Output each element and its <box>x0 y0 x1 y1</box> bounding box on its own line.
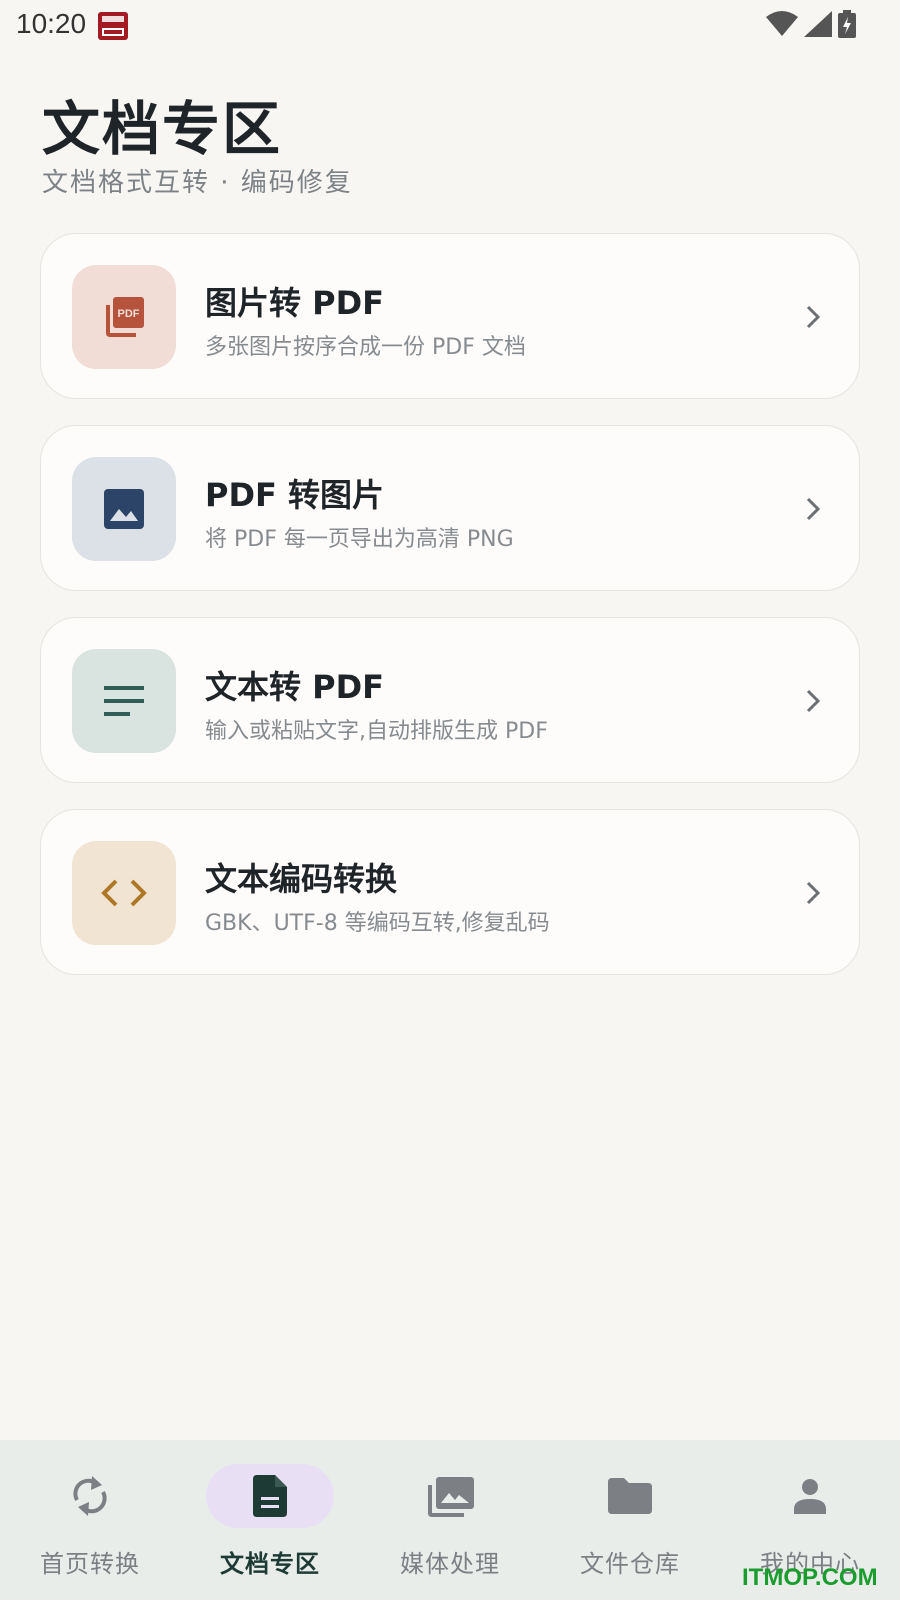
image-icon <box>104 489 144 529</box>
signal-icon <box>804 11 832 37</box>
card-text-encoding[interactable]: 文本编码转换 GBK、UTF-8 等编码互转,修复乱码 <box>40 809 860 975</box>
chevron-right-icon <box>806 689 821 713</box>
card-image-to-pdf[interactable]: PDF 图片转 PDF 多张图片按序合成一份 PDF 文档 <box>40 233 860 399</box>
document-icon <box>253 1475 287 1517</box>
app-notification-icon <box>98 12 128 40</box>
nav-icon-container <box>206 1464 334 1528</box>
card-description: 将 PDF 每一页导出为高清 PNG <box>205 527 514 552</box>
person-icon <box>794 1479 826 1514</box>
nav-label: 媒体处理 <box>400 1550 500 1578</box>
battery-icon <box>838 10 856 38</box>
nav-icon-container <box>26 1464 154 1528</box>
card-pdf-to-image[interactable]: PDF 转图片 将 PDF 每一页导出为高清 PNG <box>40 425 860 591</box>
nav-label: 首页转换 <box>40 1550 140 1578</box>
nav-item-home-convert[interactable]: 首页转换 <box>0 1440 180 1600</box>
card-title: PDF 转图片 <box>205 476 385 514</box>
card-description: 多张图片按序合成一份 PDF 文档 <box>205 335 526 360</box>
status-time: 10:20 <box>16 8 87 39</box>
card-title: 文本编码转换 <box>205 860 398 898</box>
card-title: 图片转 PDF <box>205 284 385 322</box>
nav-item-file-storage[interactable]: 文件仓库 <box>540 1440 720 1600</box>
chevron-right-icon <box>806 305 821 329</box>
code-icon <box>101 879 147 907</box>
card-icon-bg <box>72 841 176 945</box>
wifi-icon <box>766 11 798 36</box>
card-text-to-pdf[interactable]: 文本转 PDF 输入或粘贴文字,自动排版生成 PDF <box>40 617 860 783</box>
chevron-right-icon <box>806 497 821 521</box>
nav-label: 文件仓库 <box>580 1550 680 1578</box>
chevron-right-icon <box>806 881 821 905</box>
status-bar: 10:20 <box>0 0 900 50</box>
nav-icon-container <box>566 1464 694 1528</box>
media-icon <box>428 1477 474 1517</box>
card-title: 文本转 PDF <box>205 668 385 706</box>
sync-icon <box>73 1476 107 1516</box>
card-icon-bg <box>72 457 176 561</box>
nav-label: 文档专区 <box>220 1550 320 1578</box>
watermark: ITMOP.COM <box>742 1564 878 1591</box>
page-subtitle: 文档格式互转 · 编码修复 <box>42 168 353 198</box>
status-indicators <box>766 10 856 38</box>
folder-icon <box>608 1478 652 1514</box>
card-description: GBK、UTF-8 等编码互转,修复乱码 <box>205 911 550 936</box>
text-lines-icon <box>104 686 144 716</box>
nav-icon-container <box>746 1464 874 1528</box>
nav-item-media[interactable]: 媒体处理 <box>360 1440 540 1600</box>
nav-icon-container <box>386 1464 514 1528</box>
pdf-icon: PDF <box>106 297 144 337</box>
card-icon-bg <box>72 649 176 753</box>
nav-item-documents[interactable]: 文档专区 <box>180 1440 360 1600</box>
card-description: 输入或粘贴文字,自动排版生成 PDF <box>205 719 548 744</box>
feature-card-list: PDF 图片转 PDF 多张图片按序合成一份 PDF 文档 PDF 转图片 将 … <box>40 233 860 1001</box>
card-icon-bg: PDF <box>72 265 176 369</box>
svg-text:PDF: PDF <box>118 308 140 320</box>
page-title: 文档专区 <box>42 95 283 163</box>
